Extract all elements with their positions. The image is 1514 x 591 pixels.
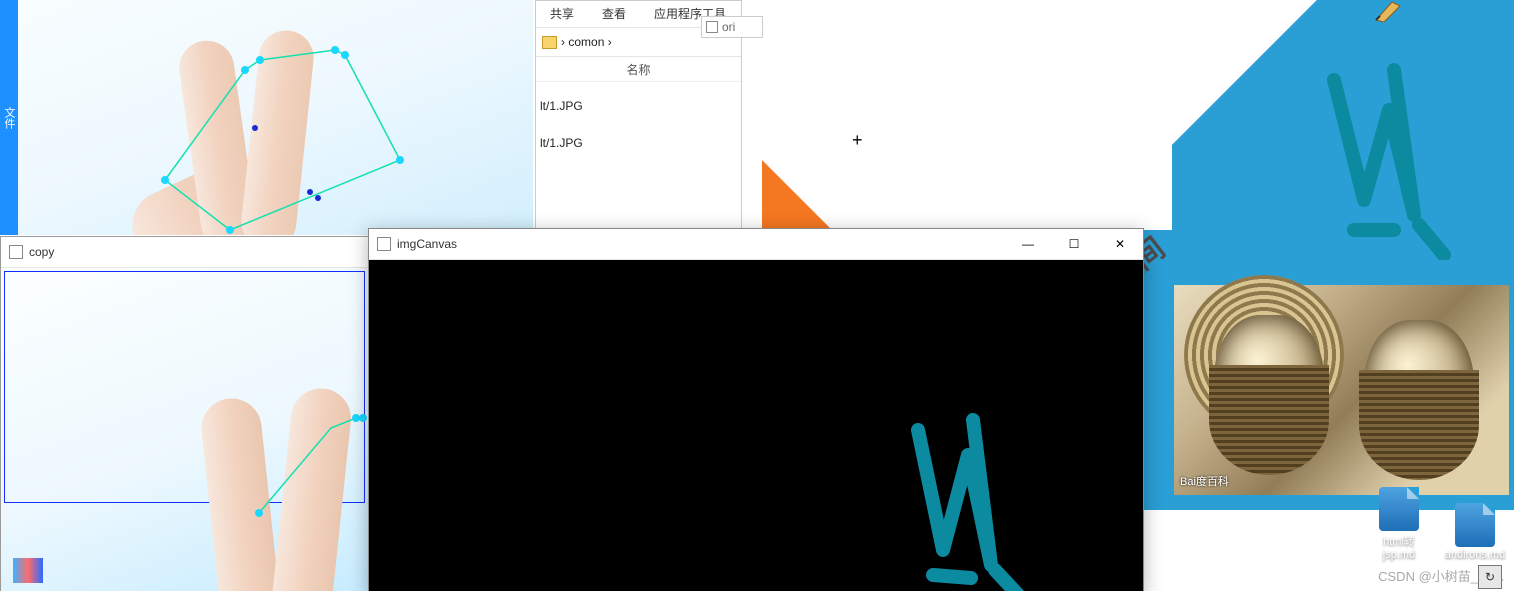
crumb-folder[interactable]: comon (568, 35, 604, 49)
teal-scribble-large (1294, 40, 1474, 260)
relief-watermark: Bai度百科 (1180, 473, 1229, 489)
image-editor-top[interactable]: 文件 (0, 0, 533, 235)
crumb-sep: › (608, 35, 612, 49)
document-panel: + 帝与蚩柱间 任 何 历 史 依 据 (762, 0, 1172, 230)
folder-icon (542, 36, 557, 49)
explorer-file-list: lt/1.JPG lt/1.JPG (536, 82, 741, 168)
relief-figure-right (1364, 320, 1474, 470)
desktop-file-1[interactable]: html转 jsp.md (1366, 487, 1432, 561)
column-header-name[interactable]: 名称 (536, 57, 741, 82)
teal-scribble-canvas (883, 400, 1053, 591)
pen-tip-icon (1374, 0, 1404, 22)
img-canvas-window[interactable]: imgCanvas — ☐ ✕ (368, 228, 1144, 591)
copy-title: copy (29, 245, 54, 259)
color-swatch (13, 558, 43, 583)
relief-figure-left (1214, 315, 1324, 465)
crosshair-cursor: + (852, 130, 863, 151)
convex-hull-overlay (1, 268, 369, 591)
desktop-file-2[interactable]: andirons.md (1442, 503, 1508, 561)
desktop-file-label: html转 jsp.md (1383, 536, 1415, 561)
copy-titlebar[interactable]: copy (1, 237, 369, 268)
tab-share[interactable]: 共享 (536, 1, 588, 27)
window-icon (706, 21, 718, 33)
canvas-title: imgCanvas (397, 237, 457, 251)
copy-canvas[interactable] (1, 268, 369, 591)
copy-window[interactable]: copy (0, 236, 370, 591)
window-controls: — ☐ ✕ (1005, 229, 1143, 259)
relief-image: Bai度百科 (1174, 285, 1509, 495)
file-row[interactable]: lt/1.JPG (540, 88, 737, 125)
ori-window-fragment[interactable]: ori (701, 16, 763, 38)
convex-hull-overlay (0, 0, 533, 235)
maximize-button[interactable]: ☐ (1051, 229, 1097, 259)
markdown-file-icon (1379, 487, 1419, 531)
desktop-file-label: andirons.md (1445, 549, 1506, 561)
markdown-file-icon (1455, 503, 1495, 547)
redo-button[interactable]: ↻ (1478, 565, 1502, 589)
window-icon (377, 237, 391, 251)
tab-view[interactable]: 查看 (588, 1, 640, 27)
minimize-button[interactable]: — (1005, 229, 1051, 259)
redo-icon: ↻ (1485, 570, 1495, 584)
window-icon (9, 245, 23, 259)
ori-title: ori (722, 20, 735, 34)
orange-corner (762, 160, 832, 230)
file-row[interactable]: lt/1.JPG (540, 125, 737, 162)
canvas-titlebar[interactable]: imgCanvas — ☐ ✕ (369, 229, 1143, 260)
canvas-surface[interactable] (369, 260, 1143, 591)
crumb-sep: › (561, 35, 565, 49)
close-button[interactable]: ✕ (1097, 229, 1143, 259)
